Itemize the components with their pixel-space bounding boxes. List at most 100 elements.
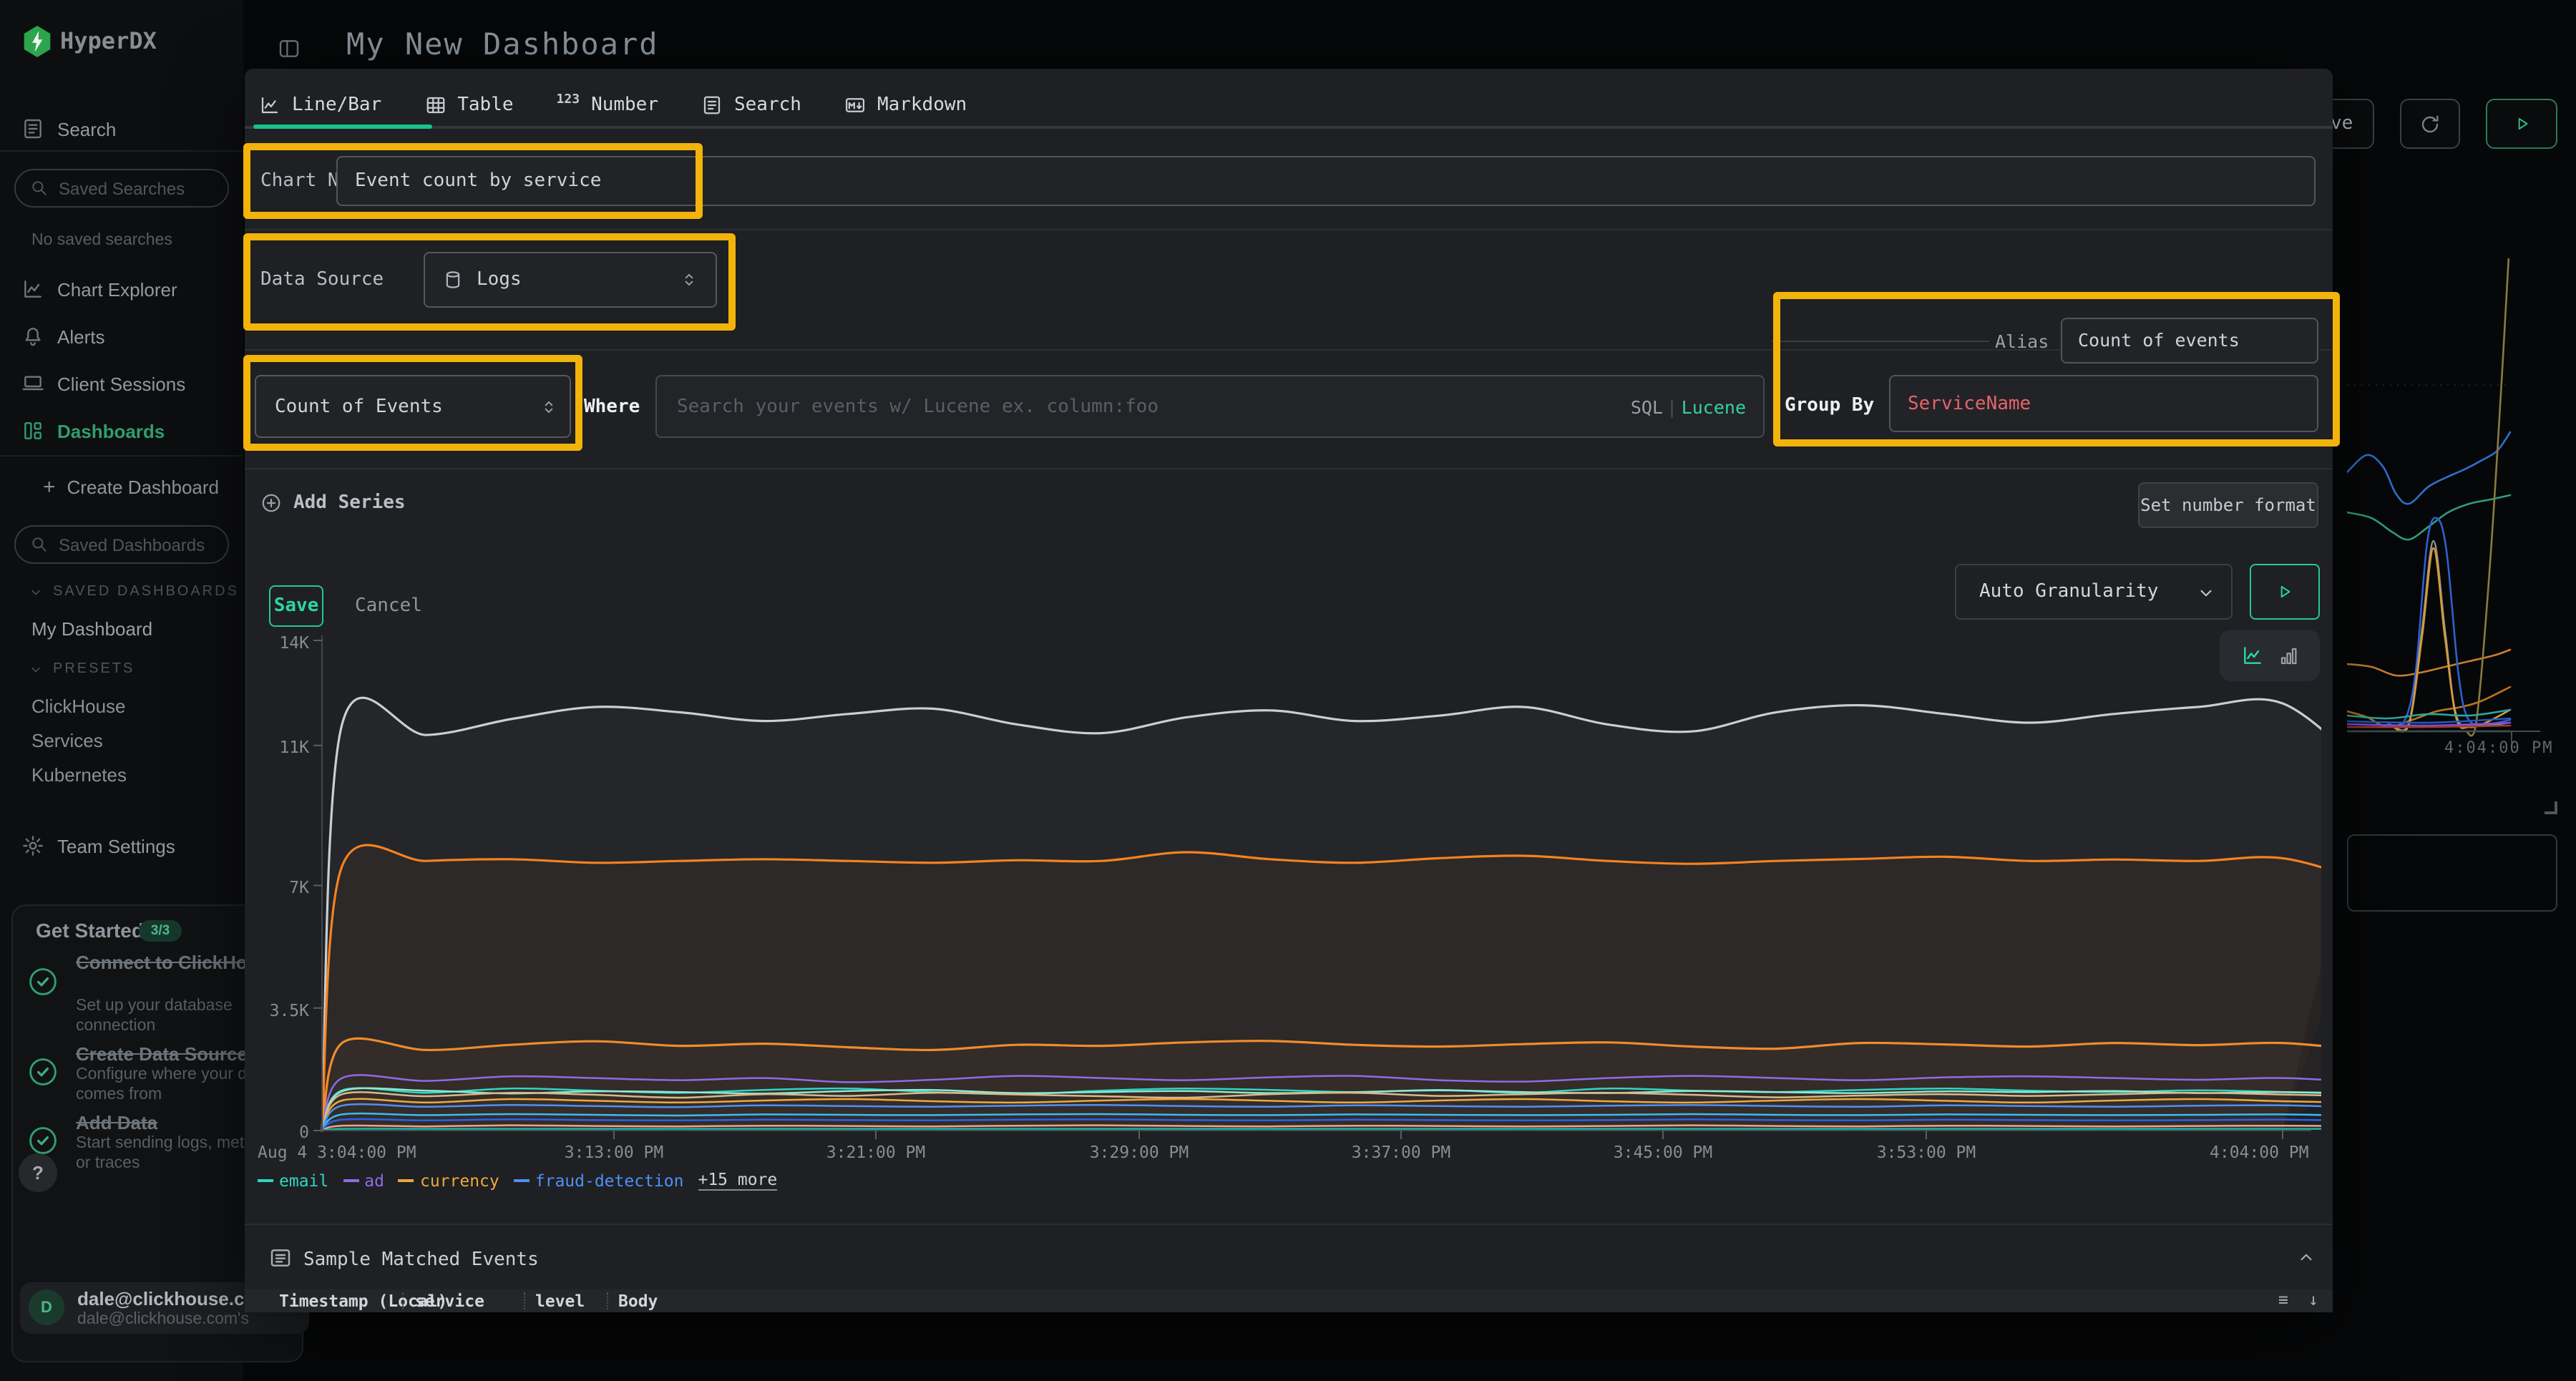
group-by-input[interactable]: ServiceName [1889,375,2318,432]
collapse-section-icon[interactable] [2297,1248,2316,1267]
column-header-level[interactable]: level [535,1291,585,1311]
legend-more-link[interactable]: +15 more [698,1169,777,1191]
table-icon [424,94,446,115]
x-axis-tick-label: 3:53:00 PM [1869,1142,1984,1162]
alias-label: Alias [1995,331,2049,352]
tab-search[interactable]: Search [701,94,801,115]
saved-searches-input[interactable]: Saved Searches [14,169,229,208]
legend-item-ad[interactable]: ad [343,1170,384,1190]
legend-label: fraud-detection [535,1170,684,1190]
markdown-icon [844,94,866,115]
database-icon [442,269,464,291]
divider [0,150,243,152]
sidebar-item-my-dashboard[interactable]: My Dashboard [31,618,152,640]
save-button[interactable]: Save [269,585,323,627]
number-123-icon: 123 [557,93,580,107]
user-org: dale@clickhouse.com's [77,1311,249,1328]
sidebar-item-kubernetes[interactable]: Kubernetes [31,764,127,786]
saved-dashboards-input[interactable]: Saved Dashboards [14,525,229,564]
gear-icon [21,834,44,857]
tab-line-bar[interactable]: Line/Bar [259,94,381,115]
sample-events-icon [269,1246,292,1269]
chevron-down-icon [29,662,43,676]
background-panel-outline [2347,834,2557,912]
column-separator [607,1292,608,1309]
y-axis-tick-label: 11K [252,737,309,757]
sidebar-item-clickhouse[interactable]: ClickHouse [31,696,126,717]
y-axis-tick-label: 0 [252,1122,309,1142]
resize-handle-icon[interactable] [2545,801,2557,814]
divider [245,229,2333,230]
bar-chart-toggle-icon[interactable] [2278,645,2299,666]
sql-toggle[interactable]: SQL [1631,396,1663,418]
help-button[interactable]: ? [19,1153,57,1192]
column-separator [524,1292,525,1309]
tab-markdown[interactable]: Markdown [844,94,967,115]
data-source-select[interactable]: Logs [424,252,717,308]
sample-events-title: Sample Matched Events [303,1249,539,1271]
logo-text: HyperDX [60,27,157,54]
check-circle-icon [27,966,59,997]
set-number-format-button[interactable]: Set number format [2138,482,2318,528]
granularity-select[interactable]: Auto Granularity [1955,564,2233,620]
create-dashboard-button[interactable]: + Create Dashboard [43,477,219,498]
line-chart-icon [259,94,280,115]
chevron-down-icon [29,585,43,599]
tab-label: Markdown [877,94,967,115]
run-chart-button[interactable] [2250,564,2320,620]
active-tab-underline [253,125,432,129]
alias-input[interactable]: Count of events [2061,318,2318,363]
table-sort-icon[interactable]: ≡ [2278,1289,2288,1309]
sidebar-item-client-sessions[interactable]: Client Sessions [21,366,185,401]
column-header-service[interactable]: service [415,1291,484,1311]
legend-item-currency[interactable]: currency [399,1170,499,1190]
where-input[interactable]: Search your events w/ Lucene ex. column:… [655,375,1765,438]
chart-icon [21,278,44,301]
magnifier-icon [30,535,49,554]
avatar: D [29,1289,64,1325]
chart-type-toggle[interactable] [2220,630,2320,681]
refresh-icon[interactable] [2400,99,2460,149]
sidebar-item-services[interactable]: Services [31,730,103,751]
cancel-button[interactable]: Cancel [355,595,422,617]
where-placeholder: Search your events w/ Lucene ex. column:… [677,396,1158,418]
tab-label: Table [457,94,513,115]
saved-dashboards-section-header[interactable]: SAVED DASHBOARDS [29,584,239,600]
x-axis-tick-label: 3:21:00 PM [819,1142,933,1162]
get-started-title: Get Started [36,919,144,942]
alias-connector-line [1772,341,1989,342]
tab-table[interactable]: Table [424,94,513,115]
sidebar-item-search[interactable]: Search [21,112,116,146]
y-axis-tick-label: 3.5K [252,1000,309,1020]
sidebar-collapse-icon[interactable] [278,37,301,60]
aggregation-select[interactable]: Count of Events [255,375,571,438]
chart-name-input[interactable]: Event count by service [336,156,2316,206]
presets-section-header[interactable]: PRESETS [29,661,135,677]
legend-item-fraud-detection[interactable]: fraud-detection [514,1170,684,1190]
page-title: My New Dashboard [346,27,659,62]
sidebar-item-alerts[interactable]: Alerts [21,319,104,353]
sidebar-item-dashboards[interactable]: Dashboards [21,414,165,448]
legend-swatch [399,1179,414,1181]
add-series-button[interactable]: Add Series [260,492,406,514]
x-axis-tick-label: 4:04:00 PM [2210,1142,2309,1162]
play-button[interactable] [2486,99,2557,149]
no-saved-searches-label: No saved searches [31,232,172,249]
select-updown-icon [680,270,698,289]
bell-icon [21,325,44,348]
column-header-body[interactable]: Body [618,1291,658,1311]
table-download-icon[interactable]: ↓ [2308,1289,2318,1309]
sidebar-item-team-settings[interactable]: Team Settings [21,829,175,863]
x-axis-tick-label: 3:29:00 PM [1082,1142,1196,1162]
line-chart-toggle-icon[interactable] [2240,644,2263,667]
divider [245,1224,2333,1225]
sidebar-item-chart-explorer[interactable]: Chart Explorer [21,272,177,306]
sidebar-item-label: Client Sessions [57,373,185,394]
background-chart [2347,250,2562,744]
tab-label: Number [591,94,658,115]
tab-track [245,126,2333,129]
legend-item-email[interactable]: email [258,1170,328,1190]
tab-number[interactable]: 123 Number [557,94,658,115]
magnifier-icon [30,179,49,197]
lucene-toggle[interactable]: Lucene [1682,396,1746,418]
